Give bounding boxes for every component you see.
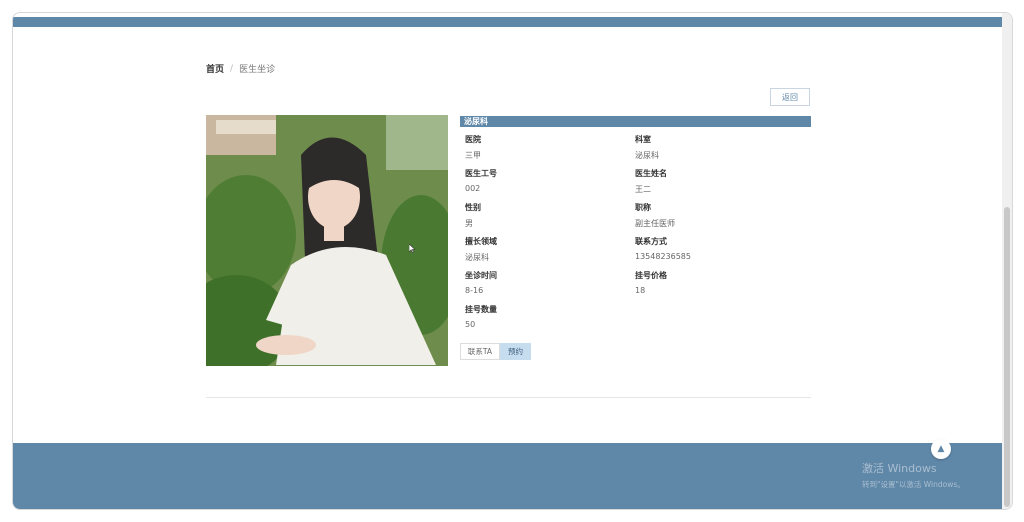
- field-value: 002: [465, 184, 481, 193]
- field-label: 坐诊时间: [465, 271, 497, 280]
- doctor-photo: [206, 115, 448, 366]
- field-label: 医生姓名: [635, 169, 667, 178]
- field-value: 泌尿科: [465, 253, 489, 262]
- field-value: 王二: [635, 185, 651, 194]
- browser-frame: 首页 / 医生坐诊 返回 泌尿科 医院 三甲 科室 泌尿科 医生工号 002 医…: [12, 12, 1013, 510]
- footer: [13, 443, 1004, 509]
- field-value: 副主任医师: [635, 219, 675, 228]
- field-value: 13548236585: [635, 252, 691, 261]
- field-hospital: 医院 三甲: [465, 134, 481, 161]
- field-price: 挂号价格 18: [635, 270, 667, 295]
- field-label: 挂号数量: [465, 305, 497, 314]
- watermark-line2: 转到"设置"以激活 Windows。: [862, 480, 965, 489]
- field-specialty: 擅长领域 泌尿科: [465, 236, 497, 263]
- content-divider: [206, 397, 811, 398]
- field-label: 性别: [465, 203, 481, 212]
- field-label: 联系方式: [635, 237, 667, 246]
- field-label: 擅长领域: [465, 237, 497, 246]
- field-label: 职称: [635, 203, 651, 212]
- field-value: 18: [635, 286, 646, 295]
- field-label: 医生工号: [465, 169, 497, 178]
- department-header: 泌尿科: [460, 116, 811, 127]
- field-value: 8-16: [465, 286, 484, 295]
- field-doctor-name: 医生姓名 王二: [635, 168, 667, 195]
- scroll-top-button[interactable]: ▲: [931, 439, 951, 459]
- book-button[interactable]: 预约: [500, 343, 531, 360]
- field-doctor-id: 医生工号 002: [465, 168, 497, 193]
- arrow-up-icon: ▲: [937, 444, 945, 454]
- breadcrumb-separator: /: [230, 63, 234, 74]
- breadcrumb: 首页 / 医生坐诊: [206, 62, 276, 76]
- doctor-photo-illustration: [206, 115, 448, 366]
- breadcrumb-current: 医生坐诊: [239, 65, 276, 75]
- watermark-line1: 激活 Windows: [862, 462, 937, 475]
- action-buttons: 联系TA 预约: [460, 343, 531, 360]
- field-value: 三甲: [465, 151, 481, 160]
- field-quota: 挂号数量 50: [465, 304, 497, 329]
- field-label: 挂号价格: [635, 271, 667, 280]
- field-schedule: 坐诊时间 8-16: [465, 270, 497, 295]
- windows-activation-watermark: 激活 Windows 转到"设置"以激活 Windows。: [862, 460, 965, 490]
- field-value: 50: [465, 320, 476, 329]
- field-title: 职称 副主任医师: [635, 202, 675, 229]
- field-contact: 联系方式 13548236585: [635, 236, 691, 261]
- field-label: 科室: [635, 135, 651, 144]
- field-label: 医院: [465, 135, 481, 144]
- mouse-cursor-icon: [409, 244, 415, 253]
- vertical-scrollbar[interactable]: [1002, 13, 1012, 509]
- contact-button[interactable]: 联系TA: [460, 343, 500, 360]
- field-department: 科室 泌尿科: [635, 134, 659, 161]
- breadcrumb-home[interactable]: 首页: [206, 62, 224, 75]
- field-value: 泌尿科: [635, 151, 659, 160]
- field-value: 男: [465, 219, 473, 228]
- scrollbar-thumb[interactable]: [1004, 207, 1010, 507]
- top-bar: [13, 17, 1004, 27]
- back-button[interactable]: 返回: [770, 88, 810, 106]
- field-gender: 性别 男: [465, 202, 481, 229]
